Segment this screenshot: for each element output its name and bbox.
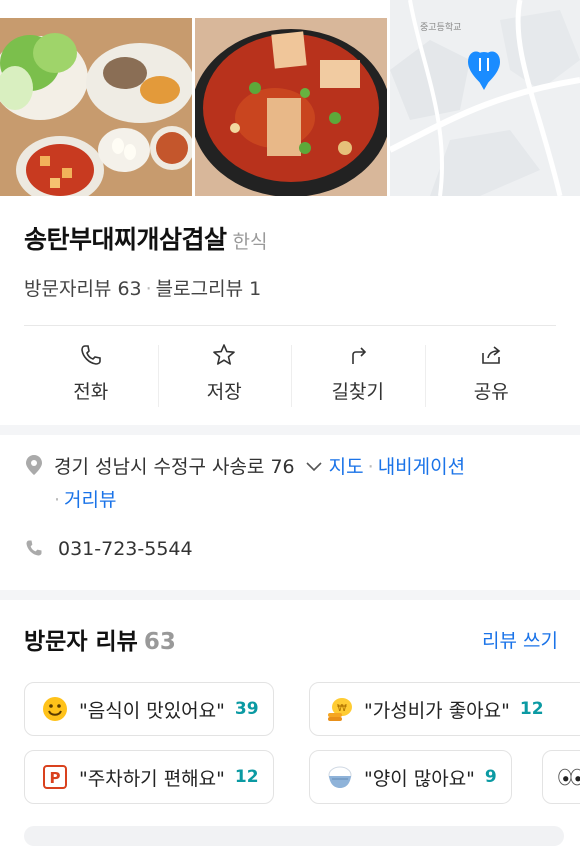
visitor-reviews-title: 방문자 리뷰 63 xyxy=(24,622,176,656)
share-icon xyxy=(482,346,501,364)
map-link[interactable]: 지도 xyxy=(329,456,364,478)
address-text: 경기 성남시 수정구 사송로 76 xyxy=(54,456,295,478)
side-dishes-image xyxy=(0,18,192,196)
phone-row: 031-723-5544 xyxy=(24,538,193,560)
phone-small-icon xyxy=(26,540,42,556)
place-category: 한식 xyxy=(232,231,268,253)
phone-number[interactable]: 031-723-5544 xyxy=(58,538,193,560)
place-header: 송탄부대찌개삼겹살 한식 xyxy=(24,220,267,256)
call-button[interactable]: 전화 xyxy=(24,335,158,415)
review-chip[interactable]: "음식이 맛있어요" 39 xyxy=(24,682,274,736)
eyes-emoji-icon xyxy=(557,763,580,791)
coin-icon: ₩ xyxy=(326,695,354,723)
directions-label: 길찾기 xyxy=(331,381,384,403)
save-label: 저장 xyxy=(206,381,242,403)
review-chip-text: "주차하기 편해요" xyxy=(79,767,225,790)
review-chip-text: "가성비가 좋아요" xyxy=(364,699,510,722)
review-stats: 방문자리뷰 63 · 블로그리뷰 1 xyxy=(24,274,261,301)
address-row: 경기 성남시 수정구 사송로 76 지도 · 내비게이션 · 거리뷰 xyxy=(24,451,564,517)
chevron-down-icon[interactable] xyxy=(305,461,323,473)
place-name: 송탄부대찌개삼겹살 xyxy=(24,225,227,254)
photo-stew[interactable] xyxy=(195,18,387,196)
photo-side-dishes[interactable] xyxy=(0,18,192,196)
location-map[interactable]: 중고등학교 xyxy=(390,0,580,196)
visitor-review-link[interactable]: 방문자리뷰 63 xyxy=(24,278,142,300)
star-icon xyxy=(213,344,236,365)
location-pin-icon xyxy=(26,455,42,475)
write-review-button[interactable]: 리뷰 쓰기 xyxy=(482,626,558,653)
street-view-link[interactable]: 거리뷰 xyxy=(64,489,116,511)
blog-review-link[interactable]: 블로그리뷰 1 xyxy=(156,278,262,300)
review-chip[interactable]: "양이 많아요" 9 xyxy=(309,750,512,804)
rice-bowl-icon xyxy=(326,763,354,791)
review-chip[interactable]: ₩ "가성비가 좋아요" 12 xyxy=(309,682,580,736)
review-chip-partial[interactable] xyxy=(542,750,580,804)
smile-emoji-icon xyxy=(41,695,69,723)
save-button[interactable]: 저장 xyxy=(157,335,292,415)
review-chip-count: 39 xyxy=(234,699,259,719)
svg-text:P: P xyxy=(50,769,61,787)
review-chip-count: 12 xyxy=(234,767,259,787)
review-chip[interactable]: P "주차하기 편해요" 12 xyxy=(24,750,274,804)
phone-icon xyxy=(80,345,101,365)
photo-strip: 중고등학교 xyxy=(0,0,580,196)
dot-separator: · xyxy=(54,489,61,511)
divider xyxy=(24,325,556,326)
share-label: 공유 xyxy=(473,381,509,403)
review-chip-count: 9 xyxy=(484,767,497,787)
map-image xyxy=(390,0,580,196)
call-label: 전화 xyxy=(73,381,109,403)
dot-separator: · xyxy=(145,278,152,300)
svg-text:₩: ₩ xyxy=(337,703,347,714)
section-separator xyxy=(0,590,580,600)
parking-icon: P xyxy=(41,763,69,791)
map-label: 중고등학교 xyxy=(420,23,462,33)
section-separator xyxy=(0,425,580,435)
navigation-link[interactable]: 내비게이션 xyxy=(378,456,465,478)
dot-separator: · xyxy=(367,456,374,478)
stew-image xyxy=(195,18,387,196)
review-chip-text: "양이 많아요" xyxy=(364,767,475,790)
reviews-title-text: 방문자 리뷰 xyxy=(24,629,138,655)
review-chip-text: "음식이 맛있어요" xyxy=(79,699,225,722)
reviews-count: 63 xyxy=(143,629,176,655)
review-chip-count: 12 xyxy=(519,699,544,719)
bottom-panel-edge xyxy=(24,826,564,846)
directions-button[interactable]: 길찾기 xyxy=(291,335,425,415)
directions-arrow-icon xyxy=(351,347,366,364)
share-button[interactable]: 공유 xyxy=(424,335,559,415)
action-bar: 전화 저장 길찾기 공유 xyxy=(24,335,558,415)
